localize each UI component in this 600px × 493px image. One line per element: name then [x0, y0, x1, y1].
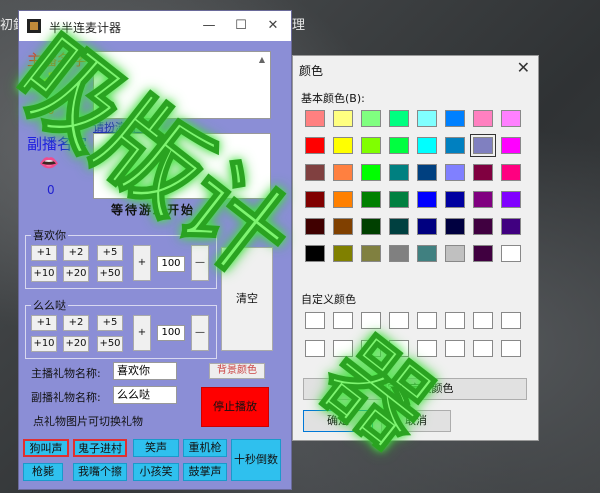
cohost-gift-name-input[interactable]: 么么哒 [113, 386, 177, 404]
host-gift-name-input[interactable]: 喜欢你 [113, 362, 177, 380]
custom-color-swatch[interactable] [445, 312, 465, 329]
host-add-1-button[interactable]: +1 [31, 245, 57, 261]
basic-color-swatch[interactable] [501, 218, 521, 235]
custom-color-swatch[interactable] [305, 340, 325, 357]
basic-color-swatch[interactable] [361, 218, 381, 235]
basic-color-swatch[interactable] [333, 110, 353, 127]
basic-color-swatch[interactable] [389, 137, 409, 154]
sound-button-child-laugh[interactable]: 小孩笑 [133, 463, 179, 481]
sound-button-dog-bark[interactable]: 狗叫声 [23, 439, 69, 457]
cohost-plus-button[interactable]: + [133, 315, 151, 351]
custom-color-swatch[interactable] [473, 340, 493, 357]
cohost-count: 0 [47, 183, 55, 197]
stop-playback-button[interactable]: 停止播放 [201, 387, 269, 427]
close-icon[interactable]: ✕ [517, 58, 530, 77]
basic-color-swatch[interactable] [501, 137, 521, 154]
basic-color-swatch[interactable] [501, 110, 521, 127]
basic-color-swatch[interactable] [333, 245, 353, 262]
cohost-minus-button[interactable]: — [191, 315, 209, 351]
basic-color-swatch[interactable] [305, 110, 325, 127]
basic-color-swatch[interactable] [445, 164, 465, 181]
basic-color-swatch[interactable] [473, 110, 493, 127]
basic-color-swatch[interactable] [389, 110, 409, 127]
host-add-2-button[interactable]: +2 [63, 245, 89, 261]
basic-color-swatch[interactable] [417, 110, 437, 127]
color-dialog-title: 颜色 [299, 64, 324, 78]
sound-button-execute[interactable]: 枪毙 [23, 463, 63, 481]
sound-button-enemy-arrives[interactable]: 鬼子进村 [73, 439, 127, 457]
cohost-add-1-button[interactable]: +1 [31, 315, 57, 331]
basic-color-swatch[interactable] [305, 245, 325, 262]
cohost-add-5-button[interactable]: +5 [97, 315, 123, 331]
basic-color-swatch[interactable] [305, 137, 325, 154]
cohost-amount-input[interactable]: 100 [157, 325, 185, 341]
countdown-button[interactable]: 十秒倒数 [231, 439, 281, 481]
background-color-button[interactable]: 背景颜色 [209, 363, 265, 379]
basic-color-swatch[interactable] [473, 245, 493, 262]
host-add-50-button[interactable]: +50 [97, 266, 123, 282]
custom-color-swatch[interactable] [501, 340, 521, 357]
basic-color-swatch[interactable] [473, 164, 493, 181]
basic-color-swatch[interactable] [473, 191, 493, 208]
basic-color-swatch[interactable] [501, 245, 521, 262]
basic-color-swatch[interactable] [333, 137, 353, 154]
basic-color-swatch[interactable] [445, 110, 465, 127]
close-button[interactable]: ✕ [261, 16, 285, 36]
basic-color-swatch[interactable] [361, 245, 381, 262]
basic-color-swatch[interactable] [389, 245, 409, 262]
cohost-add-20-button[interactable]: +20 [63, 336, 89, 352]
sound-button-applause[interactable]: 鼓掌声 [183, 463, 227, 481]
basic-color-swatch[interactable] [389, 164, 409, 181]
basic-color-swatch[interactable] [445, 218, 465, 235]
basic-color-swatch[interactable] [445, 245, 465, 262]
host-plus-button[interactable]: + [133, 245, 151, 281]
basic-color-swatch[interactable] [470, 134, 496, 157]
basic-color-swatch[interactable] [333, 218, 353, 235]
basic-color-swatch[interactable] [417, 218, 437, 235]
desktop-label-right: 理 [292, 18, 306, 33]
host-add-10-button[interactable]: +10 [31, 266, 57, 282]
gift-group-host-title: 喜欢你 [31, 227, 68, 243]
cohost-gift-name-label: 副播礼物名称: [31, 391, 101, 404]
custom-colors-label: 自定义颜色 [301, 293, 356, 306]
host-add-5-button[interactable]: +5 [97, 245, 123, 261]
custom-color-swatch[interactable] [333, 312, 353, 329]
maximize-button[interactable]: ☐ [229, 16, 253, 36]
basic-color-swatch[interactable] [417, 191, 437, 208]
basic-color-swatch[interactable] [417, 164, 437, 181]
basic-color-swatch[interactable] [333, 164, 353, 181]
basic-color-swatch[interactable] [361, 110, 381, 127]
cohost-add-50-button[interactable]: +50 [97, 336, 123, 352]
gift-group-cohost-title: 么么哒 [31, 297, 68, 313]
sound-button-laugh[interactable]: 笑声 [133, 439, 179, 457]
basic-color-swatch[interactable] [417, 137, 437, 154]
basic-color-swatch[interactable] [361, 137, 381, 154]
basic-color-swatch[interactable] [389, 191, 409, 208]
basic-color-swatch[interactable] [445, 137, 465, 154]
app-icon [27, 19, 41, 33]
basic-color-swatch[interactable] [361, 191, 381, 208]
cohost-add-10-button[interactable]: +10 [31, 336, 57, 352]
switch-gift-hint: 点礼物图片可切换礼物 [33, 415, 143, 428]
basic-color-swatch[interactable] [361, 164, 381, 181]
basic-color-swatch[interactable] [417, 245, 437, 262]
custom-color-swatch[interactable] [305, 312, 325, 329]
custom-color-swatch[interactable] [501, 312, 521, 329]
basic-color-swatch[interactable] [445, 191, 465, 208]
host-gift-name-label: 主播礼物名称: [31, 367, 101, 380]
custom-color-swatch[interactable] [473, 312, 493, 329]
host-add-20-button[interactable]: +20 [63, 266, 89, 282]
basic-color-swatch[interactable] [473, 218, 493, 235]
basic-color-swatch[interactable] [333, 191, 353, 208]
basic-color-swatch[interactable] [501, 191, 521, 208]
basic-color-swatch[interactable] [305, 218, 325, 235]
minimize-button[interactable]: — [197, 16, 221, 36]
scroll-up-icon[interactable]: ▲ [256, 54, 268, 66]
basic-color-swatch[interactable] [389, 218, 409, 235]
sound-button-machine-gun[interactable]: 重机枪 [183, 439, 227, 457]
basic-colors-label: 基本颜色(B): [301, 92, 365, 105]
sound-button-whatever[interactable]: 我嘴个擦 [73, 463, 127, 481]
cohost-add-2-button[interactable]: +2 [63, 315, 89, 331]
basic-color-swatch[interactable] [501, 164, 521, 181]
